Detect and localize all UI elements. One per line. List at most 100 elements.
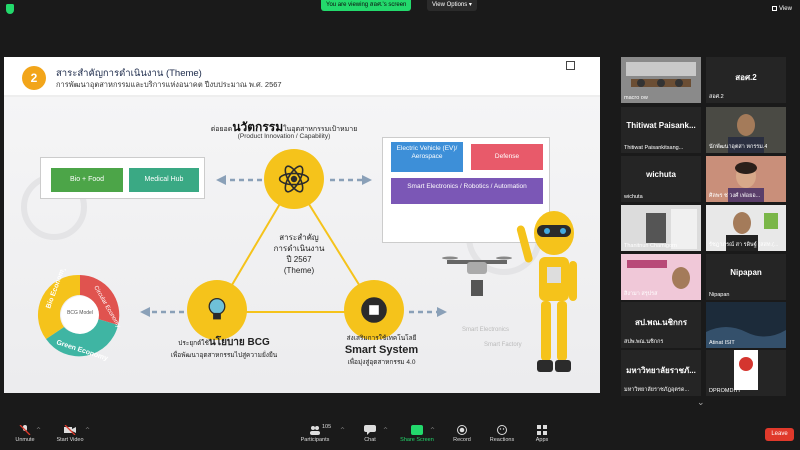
center-line-4: (Theme)	[283, 266, 315, 275]
view-label: View	[779, 6, 792, 13]
participant-display-name: สป.พณ.นชิกกร	[635, 318, 687, 327]
smiley-plus-icon	[497, 425, 507, 435]
lightbulb-icon	[208, 297, 226, 320]
smart-prefix: ส่งเสริมการใช้เทคโนโลยี	[346, 335, 417, 342]
view-options-button[interactable]: View Options ▾	[427, 0, 477, 11]
participant-display-name: wichuta	[646, 170, 676, 179]
chevron-down-icon: ▾	[468, 2, 472, 8]
slide-header: 2 สาระสำคัญการดำเนินงาน (Theme) การพัฒนา…	[4, 57, 600, 97]
start-video-label: Start Video	[56, 437, 84, 443]
record-label: Record	[453, 437, 471, 443]
apps-icon	[537, 425, 547, 435]
grid-icon	[772, 6, 777, 11]
smart-electronics-label: Smart Electronics / Robotics / Automatio…	[391, 178, 543, 204]
bulb-hub	[187, 280, 247, 340]
participant-display-name: มหาวิทยาลัยราชภั...	[626, 366, 696, 375]
viewing-indicator: You are viewing สอศ.'s screen	[321, 0, 412, 11]
atom-icon	[278, 165, 310, 193]
unmute-button[interactable]: Unmute	[0, 425, 50, 443]
participant-tile[interactable]: ศิลพร ช่ วงศ์ เฟ่อยอ...	[706, 156, 786, 202]
bcg-policy-text: ประยุกต์ใช้นโยบาย BCG เพื่อพัฒนาอุตสาหกร…	[154, 335, 294, 360]
apps-button[interactable]: Apps	[517, 425, 567, 443]
meeting-toolbar: Unmute ^ Start Video ^ 105 Participants …	[0, 420, 800, 450]
shield-icon[interactable]	[6, 4, 14, 14]
participant-name: DPROMDITI	[709, 388, 740, 394]
participant-tile[interactable]: นักพัฒนาอุตสา หกรรม.4	[706, 107, 786, 153]
defense-label: Defense	[471, 144, 543, 170]
participant-tile[interactable]: DPROMDITI	[706, 350, 786, 396]
participant-tile[interactable]: สอศ.2 สอศ.2	[706, 57, 786, 103]
chevron-up-icon[interactable]: ^	[430, 427, 435, 434]
microphone-muted-icon	[19, 425, 31, 435]
chevron-down-icon[interactable]: ⌄	[697, 398, 711, 408]
chat-icon	[364, 425, 376, 435]
participant-display-name: สอศ.2	[735, 73, 757, 82]
participant-tile[interactable]: Atinat ISIT	[706, 302, 786, 348]
participant-name: Nipapan	[709, 292, 730, 298]
theme-center-text: สาระสำคัญ การดำเนินงาน ปี 2567 (Theme)	[259, 232, 339, 276]
bio-food-label: Bio + Food	[51, 168, 123, 192]
top-bar: You are viewing สอศ.'s screen View Optio…	[0, 0, 800, 18]
medical-hub-label: Medical Hub	[129, 168, 199, 192]
participant-display-name: Nipapan	[730, 268, 762, 277]
participant-name: สอศ.2	[709, 94, 724, 100]
innovation-suffix: ในอุตสาหกรรมเป้าหมาย	[283, 126, 358, 133]
bcg-line2: เพื่อพัฒนาอุตสาหกรรมไปสู่ความยั่งยืน	[170, 352, 278, 359]
chat-label: Chat	[364, 437, 376, 443]
participant-name: รัชฎาภรณ์ สา รดิษฐ์ (สสท.(...	[709, 242, 779, 248]
participants-button[interactable]: 105 Participants	[290, 424, 340, 443]
participant-tile[interactable]: สิ่งามา สรุปรส	[621, 254, 701, 300]
participant-name: macro ow	[624, 95, 648, 101]
participant-tile[interactable]: มหาวิทยาลัยราชภั... มหาวิทยาลัยราชภัฎอุต…	[621, 350, 701, 396]
bcg-ring-diagram: BCG Model Bio Economy Circular Economy G…	[37, 269, 121, 361]
smart-bold: Smart System	[344, 344, 419, 356]
leave-button[interactable]: Leave	[765, 428, 794, 441]
unmute-label: Unmute	[15, 437, 35, 443]
participant-name: สปพ.พณ.นชิกกร	[624, 339, 664, 345]
slide-subtitle: การพัฒนาอุตสาหกรรมและบริการแห่งอนาคต ปีง…	[56, 80, 282, 89]
robot-illustration	[516, 211, 577, 372]
share-screen-icon	[411, 425, 423, 435]
chevron-up-icon[interactable]: ^	[36, 427, 41, 434]
video-off-icon	[64, 425, 76, 435]
participant-tile[interactable]: สป.พณ.นชิกกร สปพ.พณ.นชิกกร	[621, 302, 701, 348]
apps-label: Apps	[535, 437, 549, 443]
atom-hub	[264, 149, 324, 209]
participant-tile[interactable]: Nipapan Nipapan	[706, 254, 786, 300]
view-button[interactable]: View	[772, 6, 792, 12]
participant-name: สิ่งามา สรุปรส	[624, 291, 658, 297]
chevron-up-icon[interactable]: ^	[383, 427, 388, 434]
participant-tile[interactable]: Thanitnun Chamigorn	[621, 205, 701, 251]
participant-name: ศิลพร ช่ วงศ์ เฟ่อยอ...	[709, 193, 761, 199]
participants-icon	[310, 426, 320, 435]
view-options-label: View Options	[432, 2, 468, 8]
zoom-meeting-window: You are viewing สอศ.'s screen View Optio…	[0, 0, 800, 450]
participant-tile[interactable]: Thitiwat Paisank... Thitiwat Paisankitsa…	[621, 107, 701, 153]
participant-tile[interactable]: wichuta wichuta	[621, 156, 701, 202]
center-line-1: สาระสำคัญ	[279, 233, 319, 242]
innovation-prefix: ต่อยอด	[210, 126, 233, 133]
participant-name: มหาวิทยาลัยราชภัฎอุตรด...	[624, 387, 690, 393]
shared-screen: 2 สาระสำคัญการดำเนินงาน (Theme) การพัฒนา…	[4, 57, 600, 393]
reactions-label: Reactions	[489, 437, 515, 443]
participant-name: Thitiwat Paisankitsang...	[624, 145, 684, 151]
participant-display-name: Thitiwat Paisank...	[626, 121, 696, 130]
participant-tile[interactable]: macro ow	[621, 57, 701, 103]
left-industry-box: Bio + Food Medical Hub	[40, 157, 205, 199]
center-line-3: ปี 2567	[286, 255, 312, 264]
innovation-subheading: (Product Innovation / Capability)	[237, 133, 331, 140]
expand-icon[interactable]	[566, 61, 575, 70]
ev-aerospace-label: Electric Vehicle (EV)/ Aerospace	[391, 142, 463, 172]
chip-brain-icon	[361, 297, 387, 323]
drone-illustration	[442, 256, 512, 296]
participant-name: wichuta	[624, 194, 643, 200]
bcg-bold: นโยบาย BCG	[208, 337, 270, 348]
chip-hub	[344, 280, 404, 340]
participants-count: 105	[322, 424, 332, 430]
chevron-up-icon[interactable]: ^	[85, 427, 90, 434]
slide-body: ต่อยอดนวัตกรรมในอุตสาหกรรมเป้าหมาย (Prod…	[4, 97, 600, 393]
smart-system-text: ส่งเสริมการใช้เทคโนโลยี Smart System เพื…	[324, 333, 439, 367]
bcg-prefix: ประยุกต์ใช้	[178, 340, 209, 347]
record-icon	[457, 425, 467, 435]
participant-tile[interactable]: รัชฎาภรณ์ สา รดิษฐ์ (สสท.(...	[706, 205, 786, 251]
